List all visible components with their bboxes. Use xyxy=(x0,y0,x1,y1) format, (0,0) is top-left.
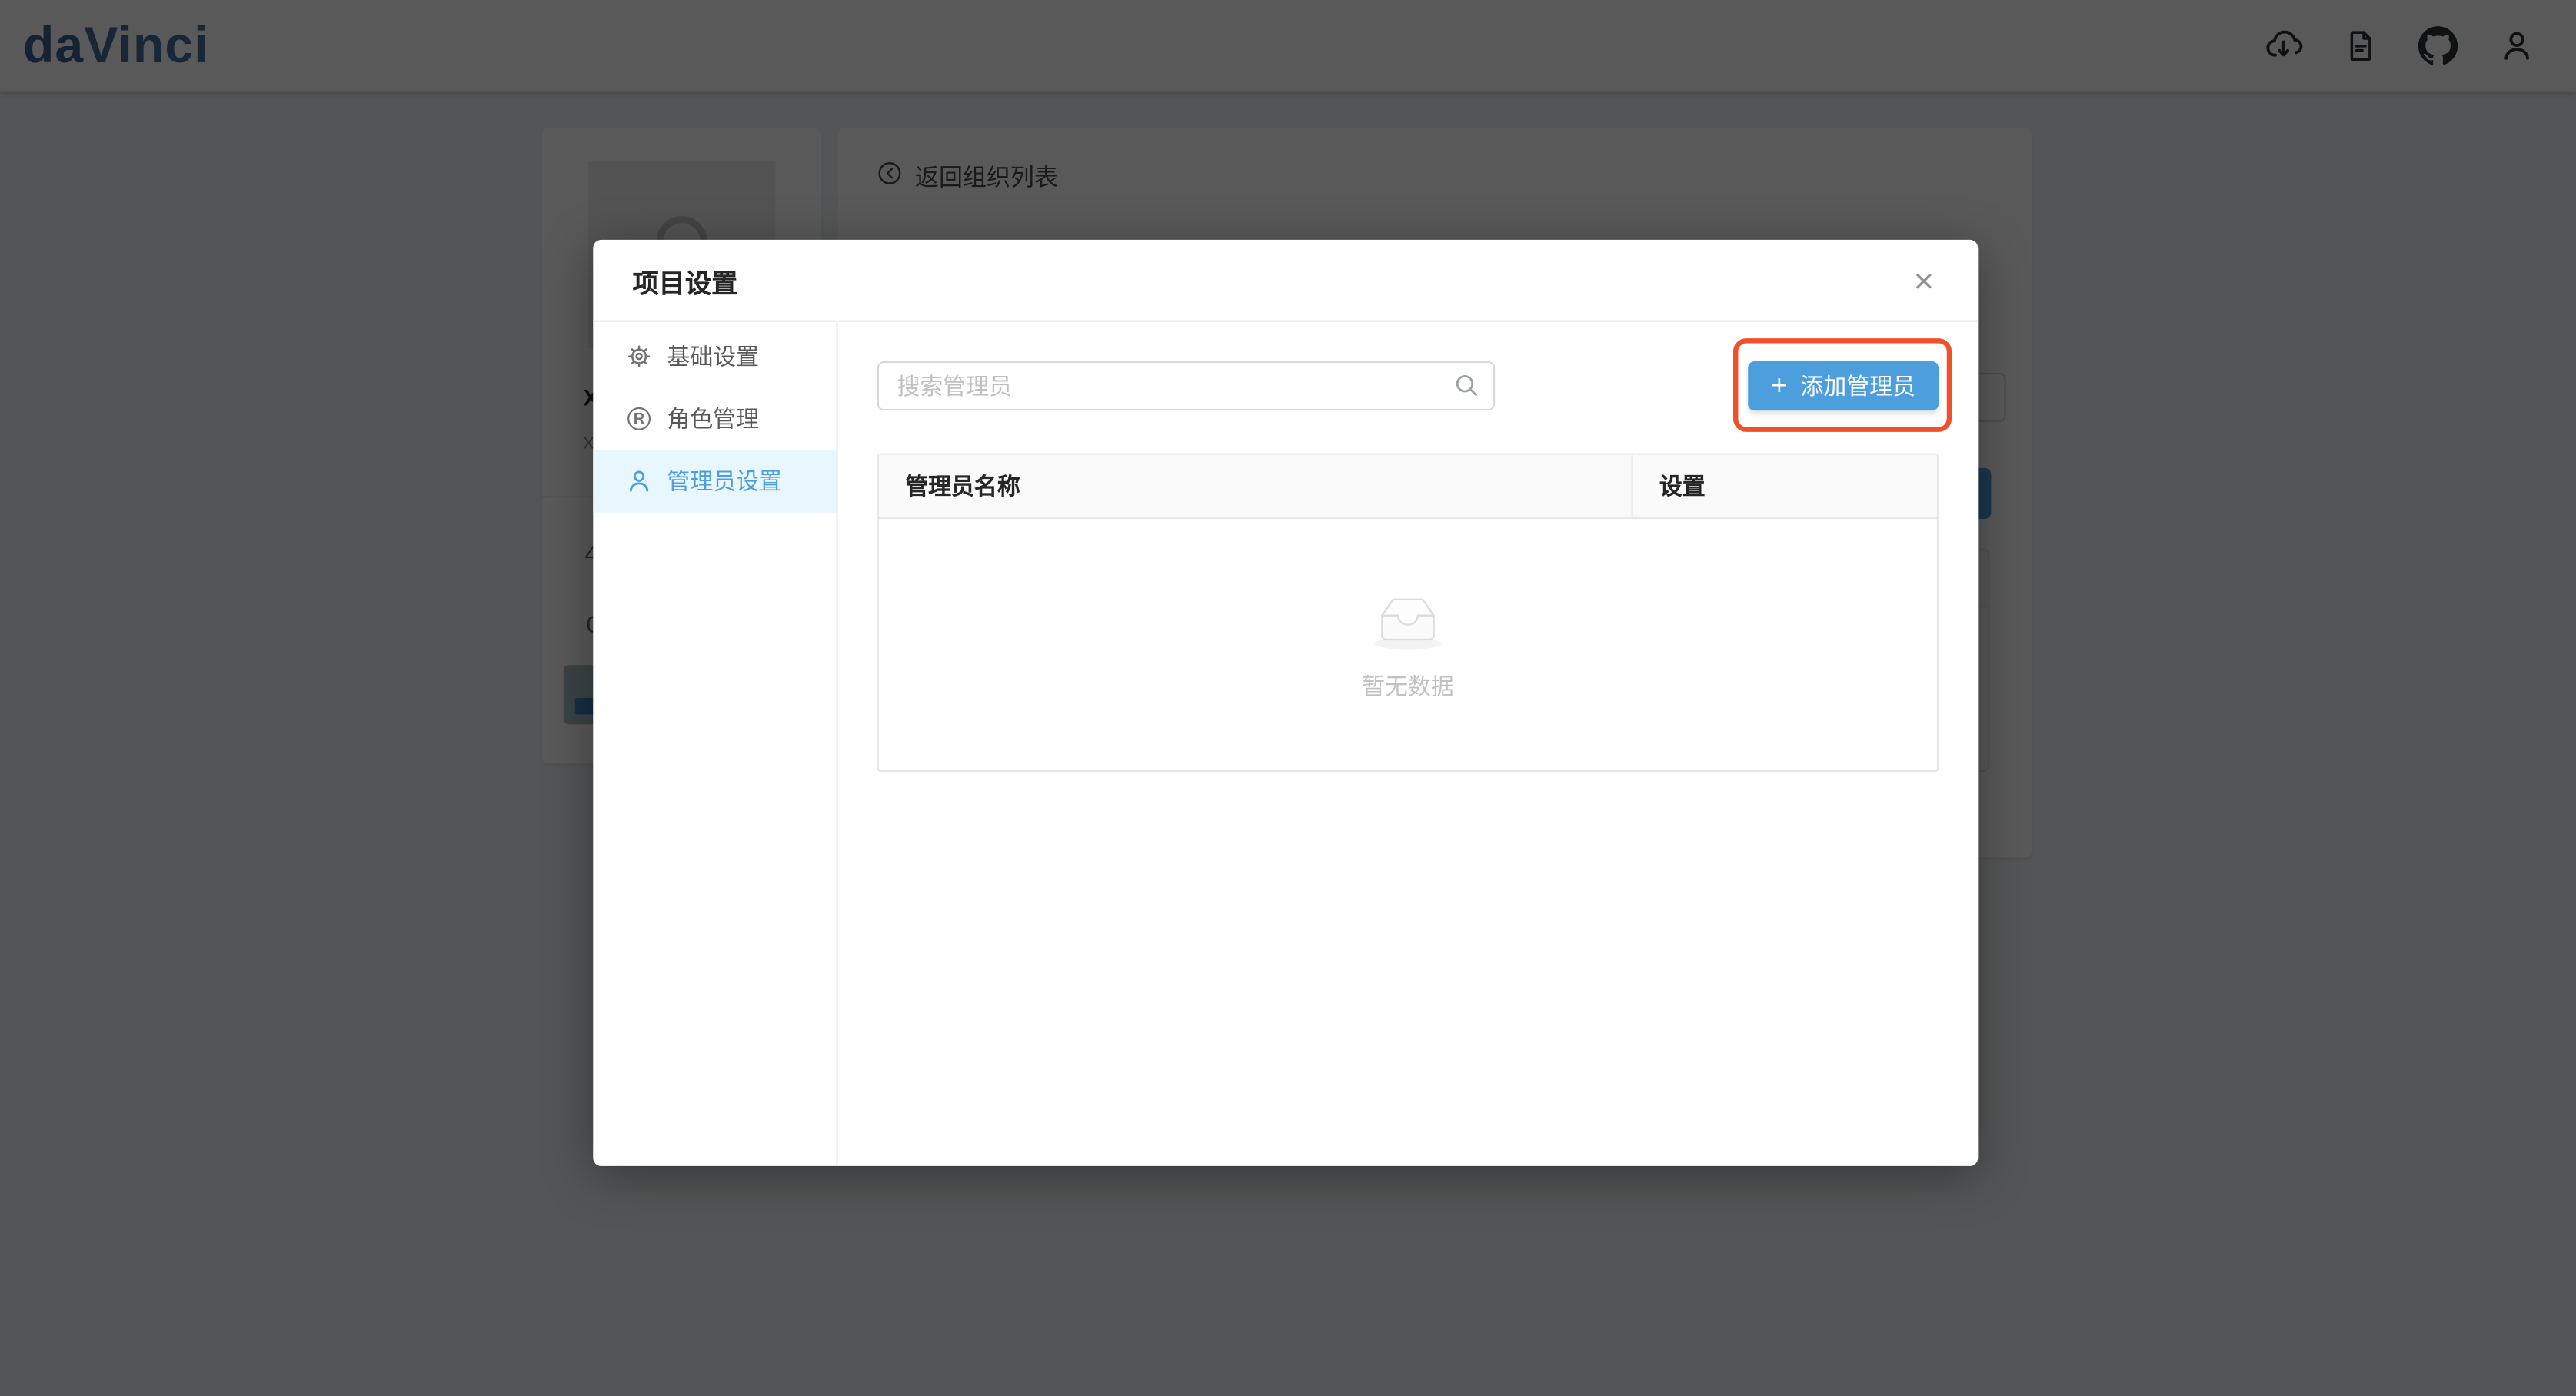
sidebar-item-label: 角色管理 xyxy=(667,402,759,435)
sidebar-item-label: 管理员设置 xyxy=(667,465,782,498)
search-icon xyxy=(1453,371,1480,407)
table-empty-state: 暂无数据 xyxy=(879,519,1937,770)
column-header-settings: 设置 xyxy=(1633,455,1937,517)
search-admin-input[interactable] xyxy=(877,361,1495,410)
modal-title: 项目设置 xyxy=(633,261,738,300)
plus-icon: + xyxy=(1771,371,1787,399)
add-admin-label: 添加管理员 xyxy=(1801,370,1916,403)
modal-header: 项目设置 × xyxy=(593,240,1978,322)
close-icon[interactable]: × xyxy=(1899,256,1949,305)
settings-sidebar: 基础设置 R 角色管理 管理员设置 xyxy=(593,322,837,1166)
sidebar-item-role-management[interactable]: R 角色管理 xyxy=(593,387,836,450)
table-header-row: 管理员名称 设置 xyxy=(879,455,1937,519)
add-admin-button[interactable]: + 添加管理员 xyxy=(1748,361,1939,410)
empty-state-label: 暂无数据 xyxy=(1362,670,1454,703)
sidebar-item-basic-settings[interactable]: 基础设置 xyxy=(593,325,836,387)
search-admin-field xyxy=(877,361,1495,410)
sidebar-item-label: 基础设置 xyxy=(667,340,759,373)
modal-body: 基础设置 R 角色管理 管理员设置 xyxy=(593,322,1978,1166)
toolbar: + 添加管理员 xyxy=(877,361,1939,410)
admin-settings-panel: + 添加管理员 管理员名称 设置 xyxy=(838,322,1979,1166)
page: daVinci xyxy=(0,0,2576,1396)
add-admin-area: + 添加管理员 xyxy=(1748,361,1939,410)
project-settings-modal: 项目设置 × 基础设置 R 角色管 xyxy=(593,240,1978,1166)
column-header-admin-name: 管理员名称 xyxy=(879,455,1633,517)
gear-icon xyxy=(626,344,652,370)
user-icon xyxy=(626,468,652,494)
empty-box-icon xyxy=(1369,587,1448,658)
circle-r-icon: R xyxy=(626,406,652,432)
sidebar-item-admin-settings[interactable]: 管理员设置 xyxy=(593,450,836,512)
admin-table: 管理员名称 设置 暂无数据 xyxy=(877,454,1939,772)
